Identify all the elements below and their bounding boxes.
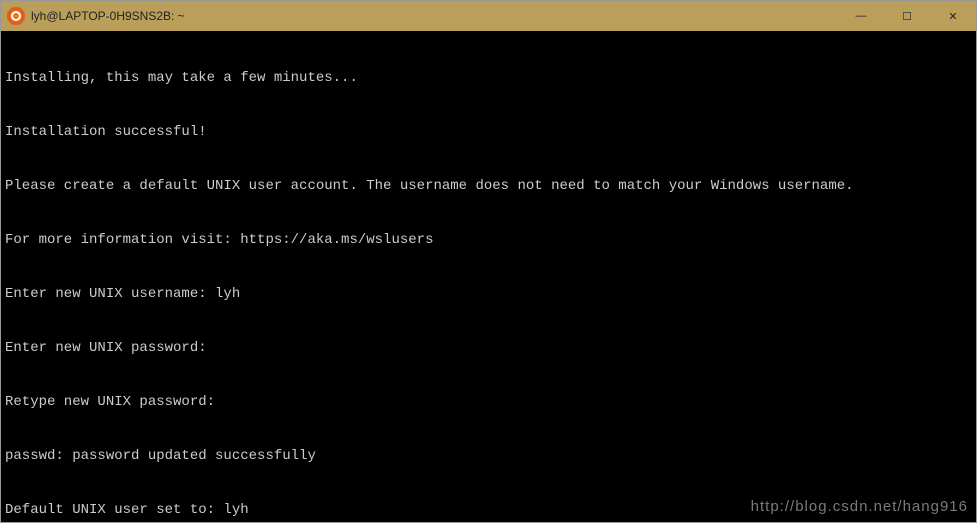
terminal-line: For more information visit: https://aka.… — [5, 231, 972, 249]
terminal-line: Default UNIX user set to: lyh — [5, 501, 972, 519]
terminal-line: Please create a default UNIX user accoun… — [5, 177, 972, 195]
terminal-line: passwd: password updated successfully — [5, 447, 972, 465]
close-button[interactable]: ✕ — [930, 1, 976, 31]
window-title: lyh@LAPTOP-0H9SNS2B: ~ — [31, 9, 838, 23]
ubuntu-icon — [7, 7, 25, 25]
maximize-button[interactable]: ☐ — [884, 1, 930, 31]
titlebar[interactable]: lyh@LAPTOP-0H9SNS2B: ~ — ☐ ✕ — [1, 1, 976, 31]
terminal-window: lyh@LAPTOP-0H9SNS2B: ~ — ☐ ✕ Installing,… — [0, 0, 977, 523]
terminal-line: Retype new UNIX password: — [5, 393, 972, 411]
terminal-line: Installing, this may take a few minutes.… — [5, 69, 972, 87]
window-controls: — ☐ ✕ — [838, 1, 976, 31]
terminal-line: Installation successful! — [5, 123, 972, 141]
terminal-line: Enter new UNIX username: lyh — [5, 285, 972, 303]
minimize-button[interactable]: — — [838, 1, 884, 31]
terminal-body[interactable]: Installing, this may take a few minutes.… — [1, 31, 976, 522]
terminal-line: Enter new UNIX password: — [5, 339, 972, 357]
